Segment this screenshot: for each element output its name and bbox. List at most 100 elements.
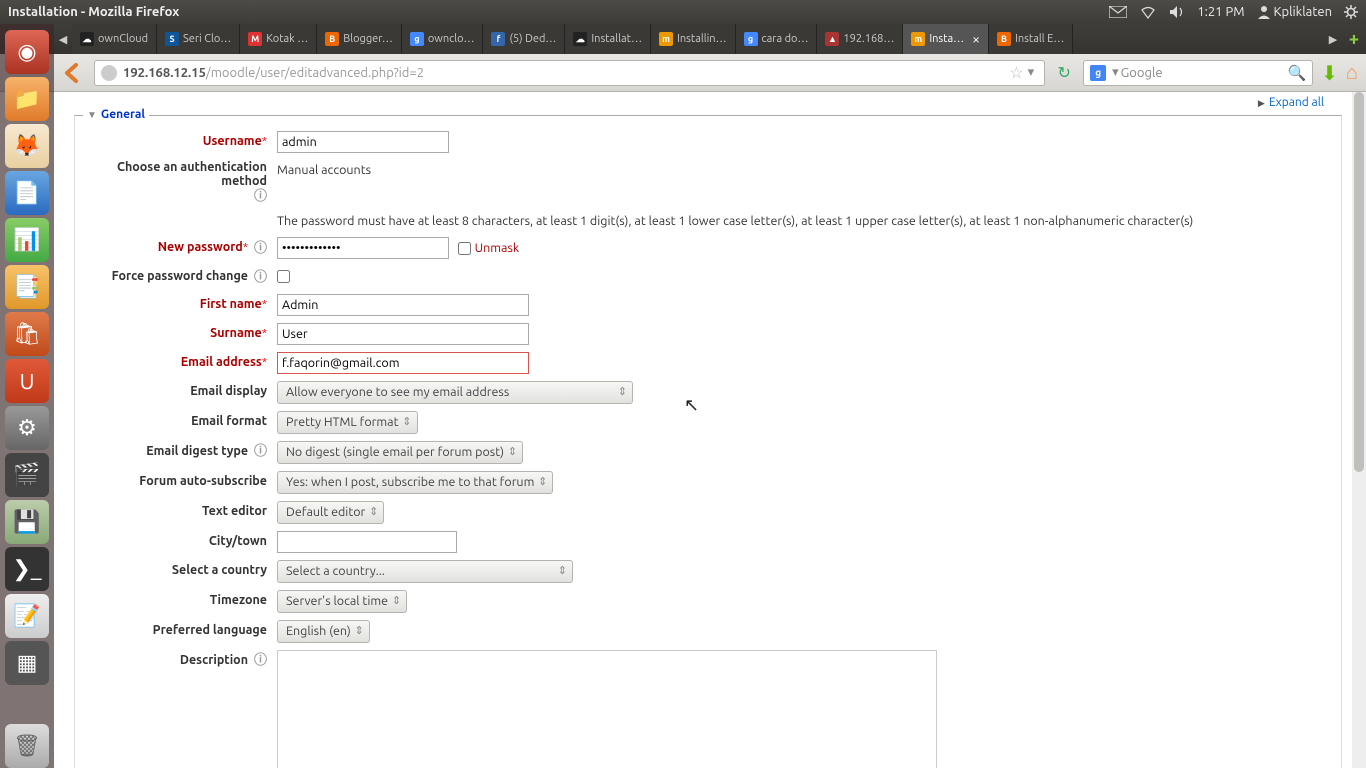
email-label: Email address — [181, 355, 262, 369]
authmethod-label: Choose an authentication method — [117, 160, 267, 188]
favicon-icon: B — [997, 32, 1011, 46]
timezone-select[interactable]: Server's local time — [277, 590, 407, 613]
favicon-icon: B — [325, 32, 339, 46]
firefox-icon[interactable]: 🦊 — [5, 124, 49, 168]
user-menu[interactable]: Kpliklaten — [1257, 5, 1332, 19]
firstname-label: First name — [200, 297, 262, 311]
tab-scroll-right[interactable]: ▶ — [1324, 24, 1342, 54]
impress-icon[interactable]: 📑 — [5, 265, 49, 309]
editor-icon[interactable]: 📝 — [5, 594, 49, 638]
mail-icon[interactable] — [1109, 6, 1127, 18]
settings-icon[interactable]: ⚙ — [5, 406, 49, 450]
description-editor[interactable] — [277, 650, 937, 768]
tab[interactable]: gcara do… — [736, 24, 818, 54]
tab[interactable]: ▲192.168… — [817, 24, 903, 54]
username-input[interactable] — [277, 131, 449, 153]
files-icon[interactable]: 📁 — [5, 77, 49, 121]
close-icon[interactable]: × — [972, 31, 980, 47]
country-select[interactable]: Select a country... — [277, 560, 573, 583]
tab-label: Installat… — [591, 33, 642, 45]
unmask-label: Unmask — [475, 241, 520, 255]
texteditor-label: Text editor — [202, 504, 267, 518]
tab[interactable]: MKotak … — [240, 24, 317, 54]
autosubscribe-select[interactable]: Yes: when I post, subscribe me to that f… — [277, 471, 553, 494]
newpassword-input[interactable] — [277, 237, 449, 259]
tab-active[interactable]: mInsta…× — [903, 24, 989, 54]
help-icon[interactable]: ⓘ — [254, 270, 267, 284]
tab[interactable]: ☁ ownCloud — [72, 24, 157, 54]
section-toggle[interactable]: ▼General — [83, 108, 149, 121]
terminal-icon[interactable]: ❯_ — [5, 547, 49, 591]
gear-icon[interactable] — [1344, 5, 1358, 19]
favicon-icon: ☁ — [80, 32, 94, 46]
wifi-icon[interactable] — [1139, 5, 1157, 19]
tab-label: ownCloud — [98, 33, 148, 45]
tab-label: 192.168… — [843, 33, 894, 45]
desktop-topbar: Installation - Mozilla Firefox 1:21 PM K… — [0, 0, 1366, 24]
tab-label: Seri Clo… — [183, 33, 231, 45]
tab-label: Insta… — [929, 33, 964, 45]
tab-label: cara do… — [762, 33, 809, 45]
city-input[interactable] — [277, 531, 457, 553]
page-content: Expand all ▼General Username* Choose an … — [54, 92, 1352, 768]
calc-icon[interactable]: 📊 — [5, 218, 49, 262]
bookmark-icon[interactable]: ☆ — [1009, 63, 1023, 82]
disk-icon[interactable]: 💾 — [5, 500, 49, 544]
google-icon: g — [1090, 65, 1106, 81]
volume-icon[interactable] — [1169, 5, 1185, 19]
tab[interactable]: BBlogger… — [317, 24, 402, 54]
tab[interactable]: ☁Installat… — [565, 24, 651, 54]
clock[interactable]: 1:21 PM — [1197, 5, 1244, 19]
tab-label: Install E… — [1015, 33, 1064, 45]
emaildigest-select[interactable]: No digest (single email per forum post) — [277, 441, 523, 464]
search-input[interactable]: g ▾ Google 🔍 — [1083, 60, 1313, 86]
ubuntu-one-icon[interactable]: U — [5, 359, 49, 403]
description-label: Description — [180, 653, 248, 667]
downloads-icon[interactable]: ⬇ — [1321, 61, 1338, 85]
general-section: ▼General Username* Choose an authenticat… — [74, 115, 1342, 768]
surname-input[interactable] — [277, 323, 529, 345]
tab[interactable]: mInstallin… — [651, 24, 736, 54]
texteditor-select[interactable]: Default editor — [277, 501, 384, 524]
back-button[interactable] — [60, 60, 86, 86]
trash-icon[interactable]: 🗑 — [5, 724, 49, 768]
tab-scroll-left[interactable]: ◀ — [54, 24, 72, 54]
help-icon[interactable]: ⓘ — [254, 241, 267, 255]
email-input[interactable] — [277, 352, 529, 374]
username-label: Username — [203, 134, 262, 148]
tab[interactable]: f(5) Ded… — [483, 24, 565, 54]
expand-all-link[interactable]: Expand all — [70, 96, 1352, 109]
authmethod-value: Manual accounts — [277, 160, 371, 180]
help-icon[interactable]: ⓘ — [254, 189, 267, 203]
tab-label: (5) Ded… — [509, 33, 556, 45]
software-center-icon[interactable]: 🛍 — [5, 312, 49, 356]
new-tab-button[interactable]: + — [1342, 24, 1366, 54]
unmask-checkbox[interactable] — [458, 242, 471, 255]
emaildisplay-select[interactable]: Allow everyone to see my email address — [277, 381, 633, 404]
tab[interactable]: gownclo… — [402, 24, 484, 54]
forcechange-checkbox[interactable] — [277, 270, 290, 283]
lang-select[interactable]: English (en) — [277, 620, 370, 643]
city-label: City/town — [209, 534, 267, 548]
help-icon[interactable]: ⓘ — [254, 444, 267, 458]
help-icon[interactable]: ⓘ — [254, 653, 267, 667]
firstname-input[interactable] — [277, 294, 529, 316]
tab[interactable]: B Install E… — [989, 24, 1073, 54]
workspace-icon[interactable]: ▦ — [5, 641, 49, 685]
vertical-scrollbar[interactable] — [1352, 92, 1366, 768]
emailformat-select[interactable]: Pretty HTML format — [277, 411, 418, 434]
country-label: Select a country — [172, 563, 267, 577]
media-icon[interactable]: 🎬 — [5, 453, 49, 497]
search-icon[interactable]: 🔍 — [1287, 64, 1306, 82]
writer-icon[interactable]: 📄 — [5, 171, 49, 215]
tab[interactable]: SSeri Clo… — [157, 24, 240, 54]
emaildisplay-label: Email display — [190, 384, 267, 398]
home-icon[interactable]: ⌂ — [1346, 60, 1358, 85]
emaildigest-label: Email digest type — [146, 444, 248, 458]
reload-button[interactable]: ↻ — [1053, 63, 1075, 82]
autosubscribe-label: Forum auto-subscribe — [139, 474, 267, 488]
url-input[interactable]: 192.168.12.15/moodle/user/editadvanced.p… — [94, 60, 1045, 86]
dash-icon[interactable]: ◉ — [5, 30, 49, 74]
browser-tabstrip: ◀ ☁ ownCloud SSeri Clo…MKotak …BBlogger…go… — [0, 24, 1366, 54]
browser-toolbar: 192.168.12.15/moodle/user/editadvanced.p… — [0, 54, 1366, 92]
